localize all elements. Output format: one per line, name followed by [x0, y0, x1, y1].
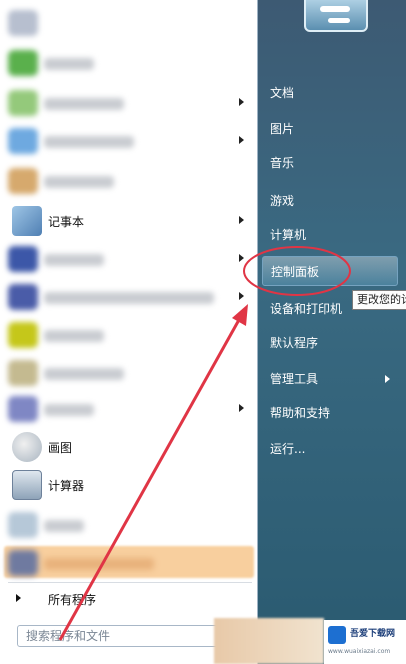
annotation-arrow-line	[58, 317, 242, 641]
annotation-arrow-head-icon	[232, 304, 248, 326]
highlight-ellipse	[243, 246, 351, 296]
annotation-overlay	[58, 246, 351, 641]
